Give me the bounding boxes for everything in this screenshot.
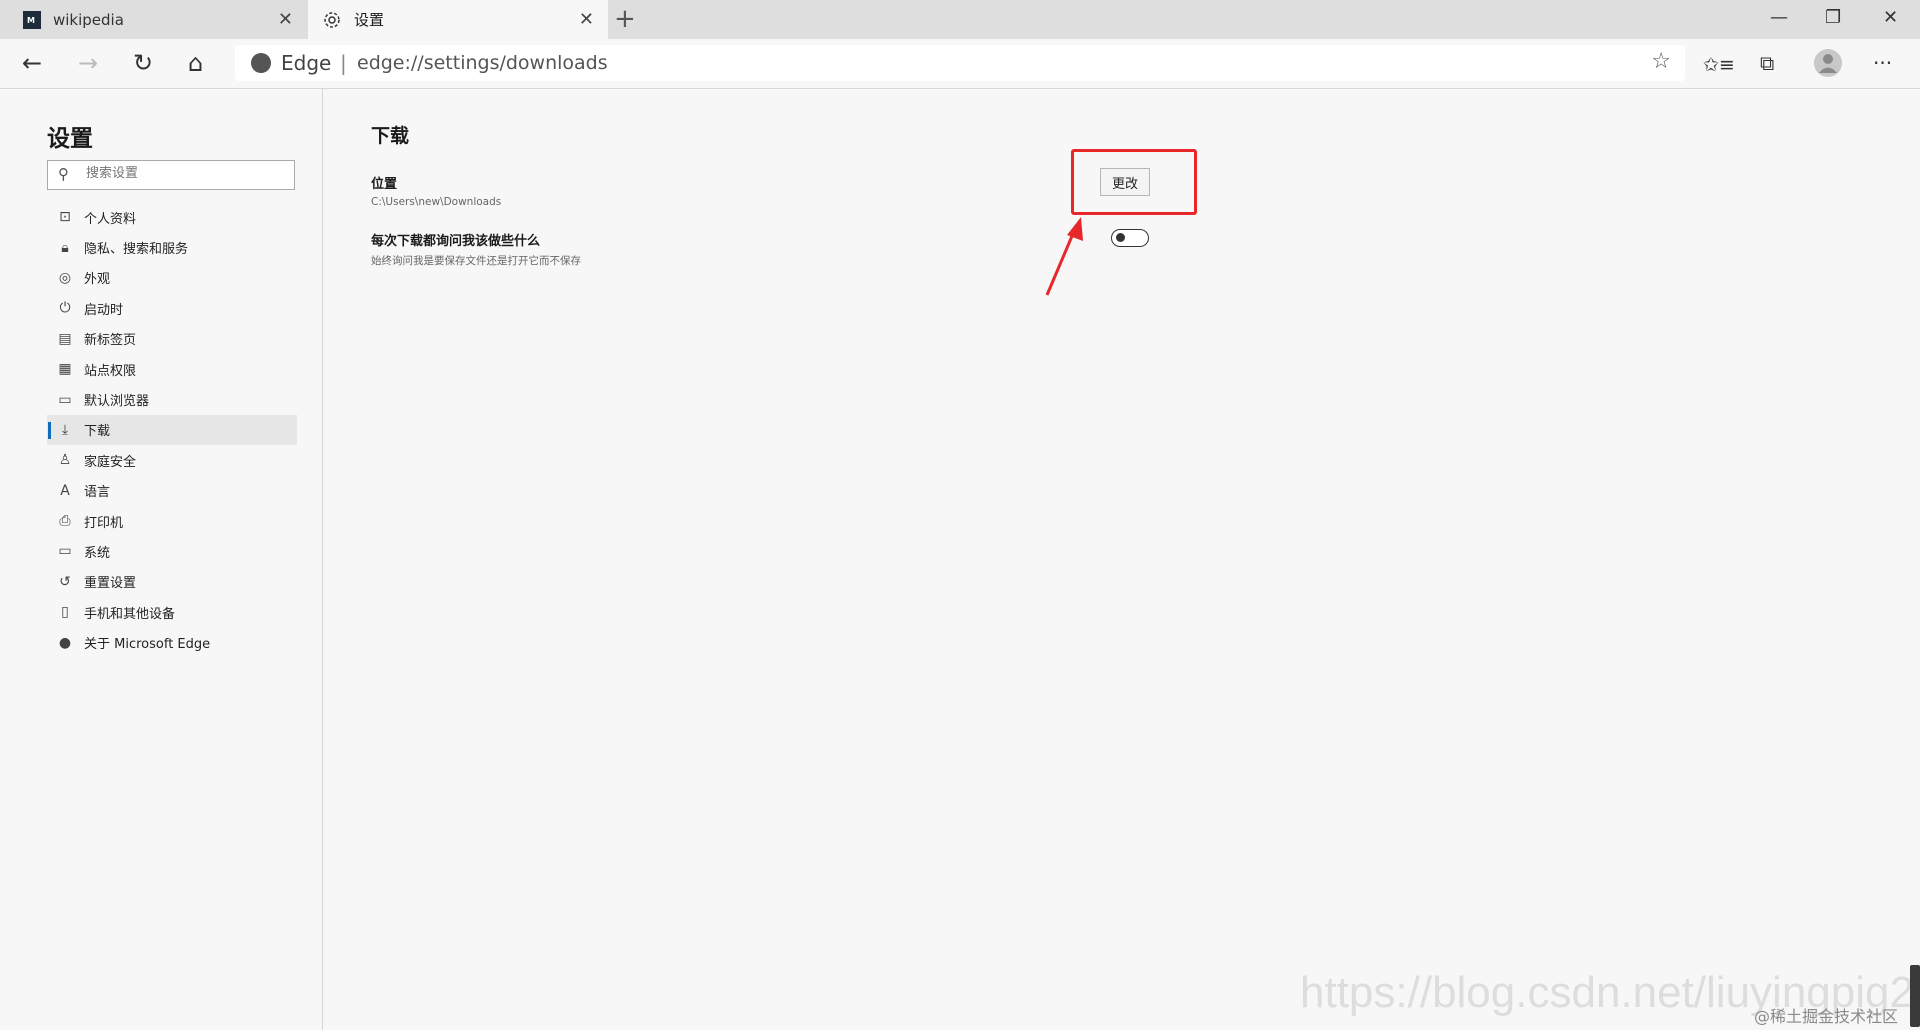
lock-icon: 🔒︎ xyxy=(61,239,69,256)
reset-icon: ↺ xyxy=(59,573,71,590)
watermark-text: @稀土掘金技术社区 xyxy=(1754,1007,1899,1026)
language-icon: A xyxy=(60,482,70,499)
sidebar-item-label: 启动时 xyxy=(84,302,124,318)
highlight-box xyxy=(1071,149,1197,215)
browser-window-icon: ▭ xyxy=(58,391,72,408)
sidebar-title: 设置 xyxy=(47,126,93,152)
edge-logo-icon: ● xyxy=(58,634,72,651)
back-button[interactable]: ← xyxy=(22,49,42,77)
ask-download-toggle[interactable] xyxy=(1111,229,1149,247)
tab-close-icon[interactable]: ✕ xyxy=(278,9,293,30)
sidebar-item-default-browser[interactable]: ▭ 默认浏览器 xyxy=(47,384,297,414)
site-permissions-icon: ▦ xyxy=(58,361,72,378)
settings-nav: ⊡ 个人资料 🔒︎ 隐私、搜索和服务 ◎ 外观 ⏻ 启动时 ▤ 新标签页 ▦ 站点权限 ▭ 默… xyxy=(47,202,297,658)
sidebar-item-label: 关于 Microsoft Edge xyxy=(84,637,211,653)
sidebar-item-label: 打印机 xyxy=(84,515,124,531)
home-button[interactable]: ⌂ xyxy=(188,49,203,77)
sidebar-item-privacy[interactable]: 🔒︎ 隐私、搜索和服务 xyxy=(47,232,297,262)
tab-close-icon[interactable]: ✕ xyxy=(579,9,594,30)
search-box[interactable]: ⚲ xyxy=(47,160,295,190)
location-path: C:\Users\new\Downloads xyxy=(371,196,502,208)
page-title: 下载 xyxy=(371,125,410,147)
sidebar-item-profiles[interactable]: ⊡ 个人资料 xyxy=(47,202,297,232)
sidebar-item-label: 下载 xyxy=(84,424,111,440)
ask-each-download-label: 每次下载都询问我该做些什么 xyxy=(371,234,541,249)
address-bar[interactable]: Edge | edge://settings/downloads ☆ xyxy=(235,45,1685,81)
sidebar-item-downloads[interactable]: ⤓ 下载 xyxy=(47,414,297,446)
gear-icon xyxy=(324,11,340,28)
sidebar-item-languages[interactable]: A 语言 xyxy=(47,476,297,506)
sidebar-item-system[interactable]: ▭ 系统 xyxy=(47,536,297,566)
settings-sidebar: 设置 ⚲ ⊡ 个人资料 🔒︎ 隐私、搜索和服务 ◎ 外观 ⏻ 启动时 ▤ 新标签页 ▦ 站点… xyxy=(0,89,323,1030)
edge-logo-icon xyxy=(251,53,271,73)
sidebar-item-label: 重置设置 xyxy=(84,576,137,592)
address-brand: Edge xyxy=(281,51,332,75)
sidebar-item-about[interactable]: ● 关于 Microsoft Edge xyxy=(47,627,297,657)
laptop-icon: ▭ xyxy=(58,543,72,560)
favorite-star-icon[interactable]: ☆ xyxy=(1651,49,1671,74)
sidebar-item-label: 隐私、搜索和服务 xyxy=(84,242,189,258)
sidebar-item-label: 外观 xyxy=(84,272,111,288)
newtab-page-icon: ▤ xyxy=(58,330,72,347)
toggle-knob xyxy=(1116,233,1125,242)
sidebar-item-label: 家庭安全 xyxy=(84,454,137,470)
family-icon: ♙ xyxy=(58,452,72,469)
scrollbar[interactable] xyxy=(1910,965,1920,1027)
refresh-button[interactable]: ↻ xyxy=(133,49,153,77)
favorites-bar-icon[interactable]: ✩≡ xyxy=(1703,51,1735,79)
sidebar-item-newtab[interactable]: ▤ 新标签页 xyxy=(47,324,297,354)
profile-icon: ⊡ xyxy=(59,209,71,226)
sidebar-item-phone[interactable]: ▯ 手机和其他设备 xyxy=(47,597,297,627)
phone-icon: ▯ xyxy=(61,604,69,621)
sidebar-item-label: 默认浏览器 xyxy=(84,394,150,410)
sidebar-item-appearance[interactable]: ◎ 外观 xyxy=(47,263,297,293)
location-label: 位置 xyxy=(371,177,398,192)
restore-button[interactable]: ❐ xyxy=(1825,7,1841,28)
profile-avatar-icon[interactable] xyxy=(1813,48,1843,78)
wikipedia-favicon-icon xyxy=(23,10,41,29)
sidebar-item-label: 系统 xyxy=(84,545,111,561)
sidebar-item-family[interactable]: ♙ 家庭安全 xyxy=(47,445,297,475)
tab-wikipedia[interactable]: wikipedia ✕ xyxy=(0,0,307,39)
annotation-arrow xyxy=(1045,217,1083,296)
tab-label: 设置 xyxy=(354,11,385,29)
more-menu-icon[interactable]: ··· xyxy=(1873,49,1892,77)
palette-icon: ◎ xyxy=(58,269,72,286)
sidebar-item-reset[interactable]: ↺ 重置设置 xyxy=(47,567,297,597)
download-icon: ⤓ xyxy=(61,421,69,438)
minimize-button[interactable]: — xyxy=(1770,7,1788,28)
sidebar-item-label: 个人资料 xyxy=(84,211,137,227)
ask-each-download-description: 始终询问我是要保存文件还是打开它而不保存 xyxy=(371,255,581,267)
sidebar-item-label: 语言 xyxy=(84,485,111,501)
sidebar-item-printers[interactable]: ⎙ 打印机 xyxy=(47,506,297,536)
tab-settings[interactable]: 设置 ✕ xyxy=(308,0,608,39)
search-input[interactable] xyxy=(84,165,288,182)
sidebar-item-startup[interactable]: ⏻ 启动时 xyxy=(47,293,297,323)
new-tab-button[interactable]: + xyxy=(614,5,636,33)
collections-icon[interactable]: ⧉ xyxy=(1760,49,1774,77)
address-separator: | xyxy=(340,51,347,75)
sidebar-item-site-permissions[interactable]: ▦ 站点权限 xyxy=(47,354,297,384)
address-url[interactable]: edge://settings/downloads xyxy=(357,52,608,74)
tab-strip: wikipedia ✕ 设置 ✕ + — ❐ ✕ xyxy=(0,0,1920,39)
sidebar-item-label: 手机和其他设备 xyxy=(84,606,176,622)
printer-icon: ⎙ xyxy=(59,513,71,530)
search-icon: ⚲ xyxy=(58,165,69,183)
sidebar-item-label: 新标签页 xyxy=(84,333,137,349)
sidebar-item-label: 站点权限 xyxy=(84,363,137,379)
forward-button[interactable]: → xyxy=(78,49,98,77)
close-window-button[interactable]: ✕ xyxy=(1883,7,1898,28)
browser-toolbar: ← → ↻ ⌂ Edge | edge://settings/downloads… xyxy=(0,39,1920,89)
power-icon: ⏻ xyxy=(59,300,71,317)
tab-label: wikipedia xyxy=(53,10,124,29)
